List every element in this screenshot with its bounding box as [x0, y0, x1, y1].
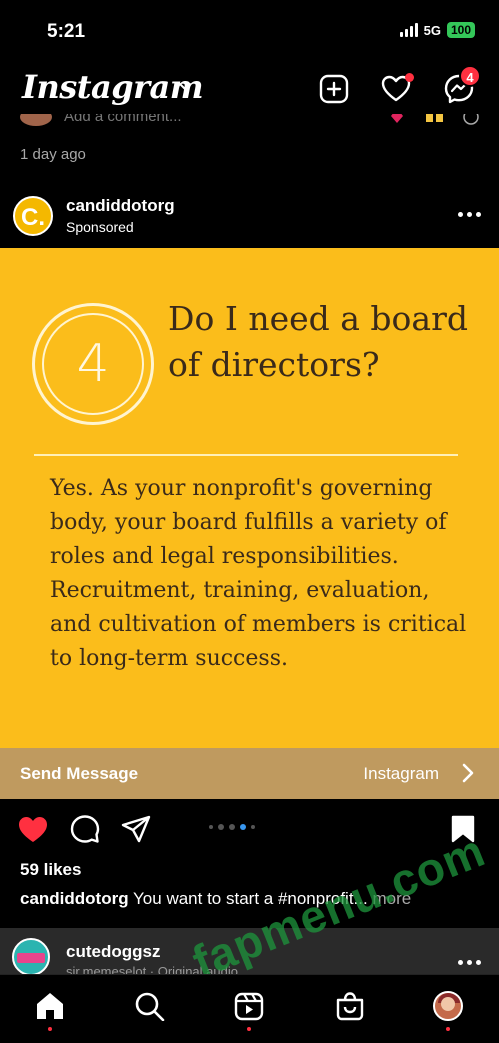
- caption-username[interactable]: candiddotorg: [20, 889, 129, 908]
- home-notification-dot: [48, 1027, 52, 1031]
- shop-icon[interactable]: [334, 991, 366, 1021]
- number-badge: 4: [42, 313, 144, 415]
- chevron-down-icon[interactable]: [178, 82, 192, 92]
- profile-notification-dot: [446, 1027, 450, 1031]
- messages-badge: 4: [459, 65, 481, 87]
- carousel-dot: [229, 824, 235, 830]
- bottom-navigation: [0, 974, 499, 1043]
- cta-label: Send Message: [20, 764, 139, 783]
- heart-emoji-icon[interactable]: [390, 114, 404, 124]
- add-comment-input[interactable]: Add a comment...: [64, 114, 182, 125]
- send-message-cta[interactable]: Send Message Instagram: [0, 748, 499, 799]
- status-bar: 5:21 5G 100: [0, 0, 499, 60]
- next-post-username[interactable]: cutedoggsz: [66, 942, 160, 962]
- comment-icon[interactable]: [70, 814, 100, 844]
- status-indicators: 5G 100: [399, 22, 475, 38]
- create-post-icon[interactable]: [318, 73, 350, 105]
- instagram-logo[interactable]: Instagram: [22, 68, 204, 106]
- post-header: C. candiddotorg Sponsored: [0, 192, 499, 242]
- likes-count[interactable]: 59 likes: [20, 860, 81, 880]
- carousel-dot: [251, 825, 255, 829]
- chevron-right-icon: [462, 763, 474, 783]
- more-options-icon[interactable]: [458, 960, 481, 965]
- notification-dot: [405, 73, 414, 82]
- add-emoji-icon[interactable]: [462, 114, 480, 126]
- divider: [34, 454, 458, 456]
- ad-headline: Do I need a board of directors?: [168, 299, 468, 384]
- more-options-icon[interactable]: [458, 212, 481, 217]
- carousel-dot: [209, 825, 213, 829]
- carousel-indicator: [209, 824, 255, 830]
- search-icon[interactable]: [134, 991, 166, 1021]
- status-time: 5:21: [47, 21, 86, 42]
- avatar: [20, 114, 52, 126]
- post-username[interactable]: candiddotorg: [66, 196, 175, 216]
- profile-avatar[interactable]: [433, 991, 463, 1021]
- reels-icon[interactable]: [233, 991, 265, 1021]
- share-icon[interactable]: [120, 814, 152, 844]
- post-timestamp: 1 day ago: [20, 146, 86, 163]
- like-heart-icon[interactable]: [17, 814, 49, 844]
- network-type: 5G: [423, 22, 441, 38]
- clapping-emoji-icon[interactable]: [424, 114, 446, 124]
- avatar[interactable]: C.: [13, 196, 53, 236]
- top-app-bar: Instagram 4: [0, 60, 499, 122]
- signal-icon: [399, 23, 418, 37]
- cta-destination: Instagram: [363, 764, 439, 783]
- carousel-dot: [218, 824, 224, 830]
- reels-notification-dot: [247, 1027, 251, 1031]
- sponsored-label: Sponsored: [66, 219, 134, 235]
- home-icon[interactable]: [34, 991, 66, 1021]
- battery-indicator: 100: [446, 22, 475, 38]
- previous-post-comment-row: Add a comment...: [0, 114, 499, 128]
- ad-body-text: Yes. As your nonprofit's governing body,…: [50, 476, 467, 671]
- ad-image[interactable]: 4 Do I need a board of directors? Yes. A…: [0, 248, 499, 748]
- carousel-dot-active: [240, 824, 246, 830]
- avatar[interactable]: [12, 938, 50, 976]
